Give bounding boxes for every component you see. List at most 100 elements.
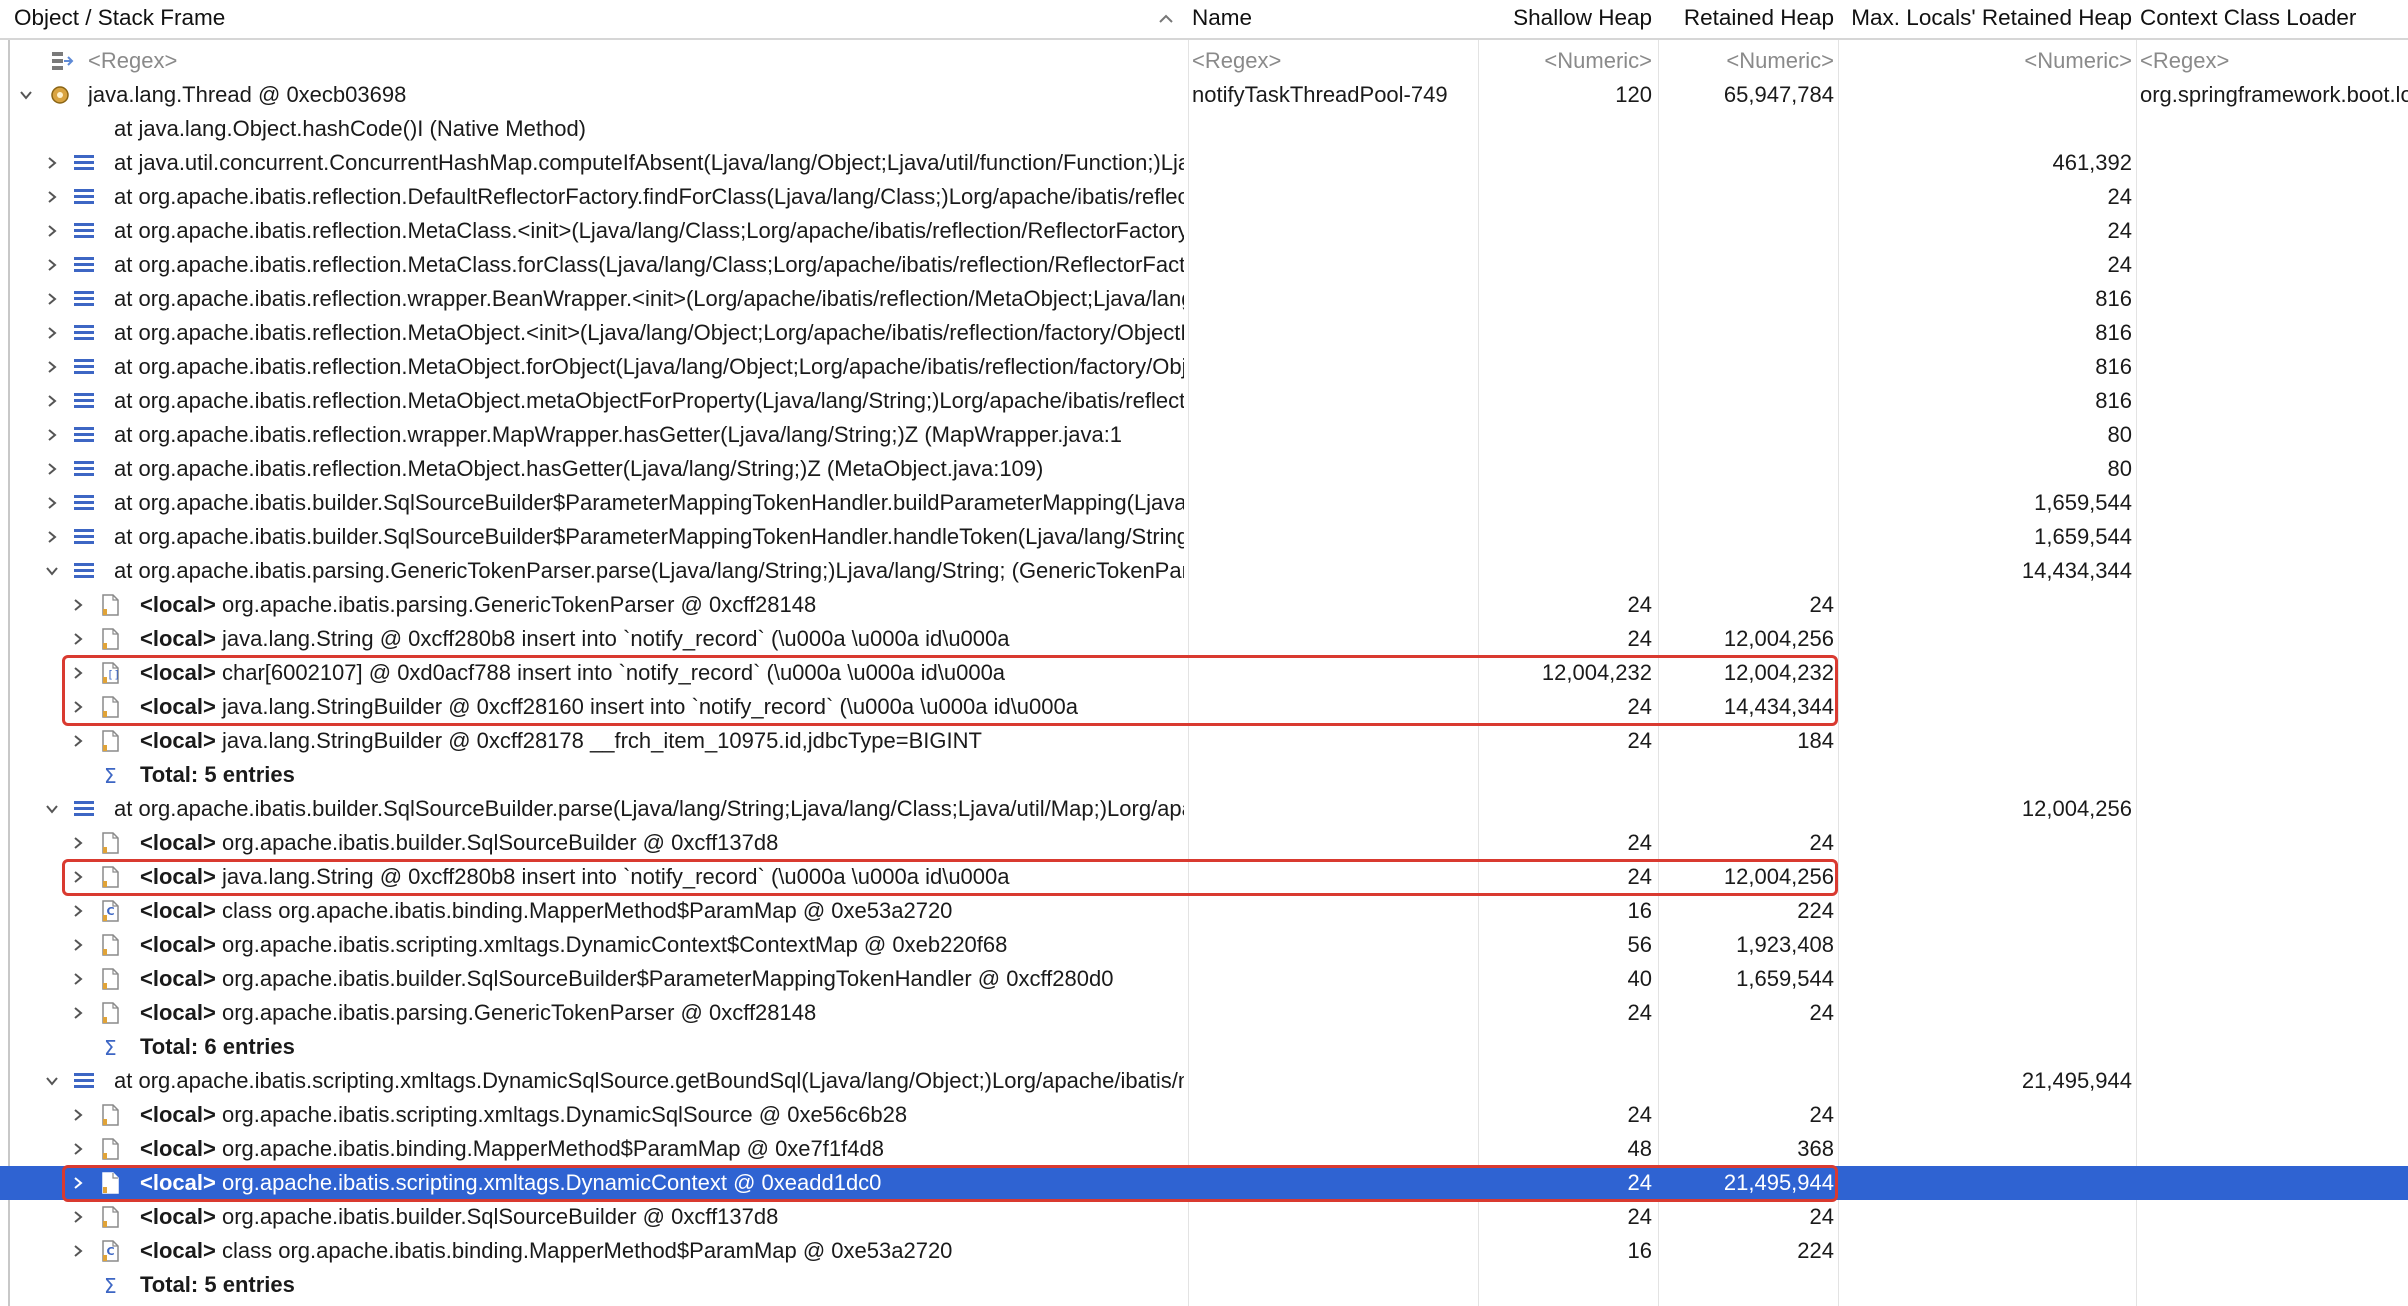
expand-chevron-icon[interactable] <box>44 427 60 443</box>
filter-classloader-input[interactable]: <Regex> <box>2140 44 2408 78</box>
table-row[interactable]: C <local> class org.apache.ibatis.binding… <box>0 1234 2408 1268</box>
table-row[interactable]: at java.util.concurrent.ConcurrentHashMa… <box>0 146 2408 180</box>
table-row[interactable]: <local> org.apache.ibatis.builder.SqlSou… <box>0 962 2408 996</box>
table-row[interactable]: at org.apache.ibatis.reflection.MetaObje… <box>0 350 2408 384</box>
max-locals-cell: 24 <box>2107 252 2132 277</box>
expand-chevron-icon[interactable] <box>70 1175 86 1191</box>
expand-chevron-icon[interactable] <box>44 495 60 511</box>
collapse-chevron-icon[interactable] <box>18 87 34 103</box>
expand-chevron-icon[interactable] <box>70 971 86 987</box>
object-label: <local> class org.apache.ibatis.binding.… <box>140 894 1184 928</box>
expand-chevron-icon[interactable] <box>70 1209 86 1225</box>
expand-chevron-icon[interactable] <box>44 189 60 205</box>
table-row[interactable]: <local> org.apache.ibatis.scripting.xmlt… <box>0 928 2408 962</box>
total-row[interactable]: Σ Total: 5 entries <box>0 1268 2408 1302</box>
object-text: org.apache.ibatis.builder.SqlSourceBuild… <box>221 966 1114 991</box>
expand-chevron-icon[interactable] <box>44 257 60 273</box>
table-row[interactable]: at org.apache.ibatis.builder.SqlSourceBu… <box>0 520 2408 554</box>
collapse-chevron-icon[interactable] <box>44 1073 60 1089</box>
object-text: org.apache.ibatis.builder.SqlSourceBuild… <box>221 1204 779 1229</box>
max-locals-cell: 1,659,544 <box>2034 490 2132 515</box>
filter-name-input[interactable]: <Regex> <box>1192 44 1472 78</box>
filter-shallow-input[interactable]: <Numeric> <box>1482 44 1652 78</box>
table-row[interactable]: <local> org.apache.ibatis.parsing.Generi… <box>0 996 2408 1030</box>
total-row[interactable]: Σ Total: 5 entries <box>0 758 2408 792</box>
table-row[interactable]: at org.apache.ibatis.reflection.wrapper.… <box>0 418 2408 452</box>
object-label: <local> org.apache.ibatis.builder.SqlSou… <box>140 1200 1184 1234</box>
table-row[interactable]: <local> org.apache.ibatis.scripting.xmlt… <box>0 1098 2408 1132</box>
object-icon <box>102 1002 119 1024</box>
table-row[interactable]: <local> java.lang.String @ 0xcff280b8 in… <box>0 622 2408 656</box>
table-row[interactable]: <local> org.apache.ibatis.parsing.Generi… <box>0 588 2408 622</box>
expand-chevron-icon[interactable] <box>70 699 86 715</box>
object-text: at org.apache.ibatis.reflection.MetaClas… <box>114 218 1184 243</box>
table-row[interactable]: <local> org.apache.ibatis.binding.Mapper… <box>0 1132 2408 1166</box>
expand-chevron-icon[interactable] <box>70 733 86 749</box>
shallow-heap-cell <box>1482 520 1652 554</box>
expand-chevron-icon[interactable] <box>44 359 60 375</box>
table-row[interactable]: at org.apache.ibatis.scripting.xmltags.D… <box>0 1064 2408 1098</box>
object-text: org.apache.ibatis.builder.SqlSourceBuild… <box>221 830 779 855</box>
total-row[interactable]: Σ Total: 6 entries <box>0 1030 2408 1064</box>
table-row[interactable]: at org.apache.ibatis.builder.SqlSourceBu… <box>0 792 2408 826</box>
frame-icon <box>74 325 94 340</box>
expand-chevron-icon[interactable] <box>44 223 60 239</box>
column-header-name[interactable]: Name <box>1192 0 1472 38</box>
filter-retained-input[interactable]: <Numeric> <box>1662 44 1834 78</box>
expand-chevron-icon[interactable] <box>70 631 86 647</box>
expand-chevron-icon[interactable] <box>70 1141 86 1157</box>
local-tag: <local> <box>140 694 216 719</box>
table-row[interactable]: <local> java.lang.StringBuilder @ 0xcff2… <box>0 690 2408 724</box>
column-header-object[interactable]: Object / Stack Frame <box>14 0 1144 38</box>
expand-chevron-icon[interactable] <box>70 665 86 681</box>
expand-chevron-icon[interactable] <box>70 903 86 919</box>
expand-chevron-icon[interactable] <box>44 461 60 477</box>
table-row[interactable]: at org.apache.ibatis.reflection.wrapper.… <box>0 282 2408 316</box>
expand-chevron-icon[interactable] <box>44 393 60 409</box>
expand-chevron-icon[interactable] <box>70 1005 86 1021</box>
column-header-context-class-loader[interactable]: Context Class Loader <box>2140 0 2408 38</box>
expand-chevron-icon[interactable] <box>70 835 86 851</box>
table-row[interactable]: <local> org.apache.ibatis.scripting.xmlt… <box>0 1166 2408 1200</box>
expand-chevron-icon[interactable] <box>70 1107 86 1123</box>
collapse-chevron-icon[interactable] <box>44 801 60 817</box>
table-row[interactable]: at org.apache.ibatis.parsing.GenericToke… <box>0 554 2408 588</box>
table-row[interactable]: at org.apache.ibatis.reflection.MetaClas… <box>0 248 2408 282</box>
column-header-retained-heap[interactable]: Retained Heap <box>1662 0 1834 38</box>
local-tag: <local> <box>140 1102 216 1127</box>
expand-chevron-icon[interactable] <box>70 597 86 613</box>
object-label: at org.apache.ibatis.parsing.GenericToke… <box>114 554 1184 588</box>
filter-maxlocals-input[interactable]: <Numeric> <box>1842 44 2132 78</box>
table-row[interactable]: [] <local> char[6002107] @ 0xd0acf788 ins… <box>0 656 2408 690</box>
table-row[interactable]: at org.apache.ibatis.builder.SqlSourceBu… <box>0 486 2408 520</box>
class-loader-cell <box>2140 486 2408 520</box>
table-row[interactable]: <local> java.lang.String @ 0xcff280b8 in… <box>0 860 2408 894</box>
table-row[interactable]: at org.apache.ibatis.reflection.DefaultR… <box>0 180 2408 214</box>
expand-chevron-icon[interactable] <box>44 529 60 545</box>
collapse-chevron-icon[interactable] <box>44 563 60 579</box>
expand-chevron-icon[interactable] <box>70 937 86 953</box>
column-header-shallow-heap[interactable]: Shallow Heap <box>1482 0 1652 38</box>
expand-chevron-icon[interactable] <box>70 1243 86 1259</box>
table-row[interactable]: at org.apache.ibatis.reflection.MetaClas… <box>0 214 2408 248</box>
column-header-max-locals-retained-heap[interactable]: Max. Locals' Retained Heap <box>1842 0 2132 38</box>
object-text: org.apache.ibatis.binding.MapperMethod$P… <box>221 1136 884 1161</box>
table-row[interactable]: <local> org.apache.ibatis.builder.SqlSou… <box>0 826 2408 860</box>
table-row[interactable]: at org.apache.ibatis.reflection.MetaObje… <box>0 384 2408 418</box>
object-text: java.lang.String @ 0xcff280b8 insert int… <box>221 626 1010 651</box>
table-row[interactable]: <local> java.lang.StringBuilder @ 0xcff2… <box>0 724 2408 758</box>
table-row[interactable]: at org.apache.ibatis.reflection.MetaObje… <box>0 316 2408 350</box>
table-row[interactable]: at java.lang.Object.hashCode()I (Native … <box>0 112 2408 146</box>
table-row[interactable]: at org.apache.ibatis.reflection.MetaObje… <box>0 452 2408 486</box>
table-row[interactable]: java.lang.Thread @ 0xecb03698 notifyTaskT… <box>0 78 2408 112</box>
max-locals-cell <box>1842 724 2132 758</box>
filter-object-input[interactable]: <Regex> <box>88 44 1178 78</box>
expand-chevron-icon[interactable] <box>70 869 86 885</box>
table-row[interactable]: <local> org.apache.ibatis.builder.SqlSou… <box>0 1200 2408 1234</box>
sort-ascending-icon[interactable] <box>1156 9 1176 29</box>
table-row[interactable]: C <local> class org.apache.ibatis.binding… <box>0 894 2408 928</box>
expand-chevron-icon[interactable] <box>44 155 60 171</box>
expand-chevron-icon[interactable] <box>44 291 60 307</box>
expand-chevron-icon[interactable] <box>44 325 60 341</box>
local-tag: <local> <box>140 728 216 753</box>
